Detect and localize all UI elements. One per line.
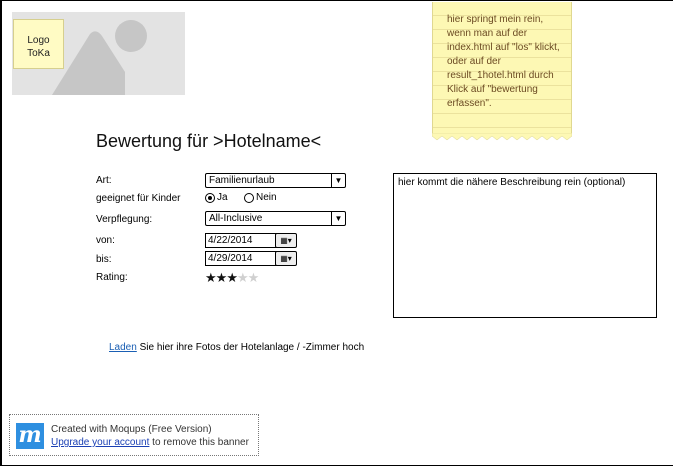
upgrade-link[interactable]: Upgrade your account: [51, 437, 149, 448]
star-filled-icon[interactable]: ★: [205, 270, 217, 285]
upload-description: Sie hier ihre Fotos der Hotelanlage / -Z…: [136, 342, 365, 353]
bis-label: bis:: [96, 254, 112, 265]
star-empty-icon[interactable]: ★: [248, 270, 260, 285]
sticky-line: oder auf der: [447, 56, 501, 67]
radio-nein-label: Nein: [256, 192, 277, 203]
chevron-down-icon[interactable]: ▼: [331, 212, 345, 225]
star-filled-icon[interactable]: ★: [216, 270, 228, 285]
radio-ja[interactable]: Ja: [205, 192, 228, 203]
von-label: von:: [96, 235, 115, 246]
calendar-icon[interactable]: ▦▾: [275, 251, 297, 266]
sticky-line: Klick auf "bewertung: [447, 84, 538, 95]
upload-text: Laden Sie hier ihre Fotos der Hotelanlag…: [109, 342, 364, 353]
sticky-line: index.html auf "los" klickt,: [447, 42, 560, 53]
von-date-input[interactable]: 4/22/2014: [205, 233, 277, 248]
banner-line-2-rest: to remove this banner: [149, 437, 249, 448]
sticky-line: erfassen".: [447, 98, 492, 109]
description-textarea[interactable]: hier kommt die nähere Beschreibung rein …: [393, 173, 657, 318]
sticky-line: hier springt mein rein,: [447, 14, 544, 25]
radio-unselected-icon[interactable]: [244, 192, 254, 203]
banner-line-1: Created with Moqups (Free Version): [51, 424, 212, 435]
verpflegung-select-value: All-Inclusive: [209, 213, 263, 224]
radio-ja-label: Ja: [217, 192, 228, 203]
art-select-value: Familienurlaub: [209, 175, 275, 186]
moqups-logo-icon: m: [16, 423, 44, 449]
sticky-note-edge: [432, 133, 572, 141]
art-label: Art:: [96, 175, 112, 186]
page-title: Bewertung für >Hotelname<: [96, 131, 322, 151]
banner-line-2: Upgrade your account to remove this bann…: [51, 437, 249, 448]
calendar-icon[interactable]: ▦▾: [275, 233, 297, 248]
star-filled-icon[interactable]: ★: [226, 270, 238, 285]
rating-label: Rating:: [96, 272, 128, 283]
logo-note: Logo ToKa: [13, 19, 64, 69]
verpflegung-label: Verpflegung:: [96, 214, 153, 225]
verpflegung-select[interactable]: All-Inclusive ▼: [205, 211, 346, 226]
radio-selected-icon[interactable]: [205, 192, 215, 203]
chevron-down-icon[interactable]: ▼: [331, 174, 345, 187]
bis-date-input[interactable]: 4/29/2014: [205, 251, 277, 266]
moqups-banner: m Created with Moqups (Free Version) Upg…: [9, 414, 259, 456]
kinder-label: geeignet für Kinder: [96, 193, 181, 204]
sticky-note: hier springt mein rein, wenn man auf der…: [432, 2, 572, 136]
upload-link[interactable]: Laden: [109, 342, 137, 353]
logo-line-1: Logo: [27, 35, 50, 46]
radio-nein[interactable]: Nein: [244, 192, 277, 203]
logo-line-2: ToKa: [27, 48, 50, 59]
rating-stars[interactable]: ★★★★★: [205, 270, 260, 286]
sticky-line: wenn man auf der: [447, 28, 528, 39]
star-empty-icon[interactable]: ★: [237, 270, 249, 285]
sticky-line: result_1hotel.html durch: [447, 70, 554, 81]
art-select[interactable]: Familienurlaub ▼: [205, 173, 346, 188]
